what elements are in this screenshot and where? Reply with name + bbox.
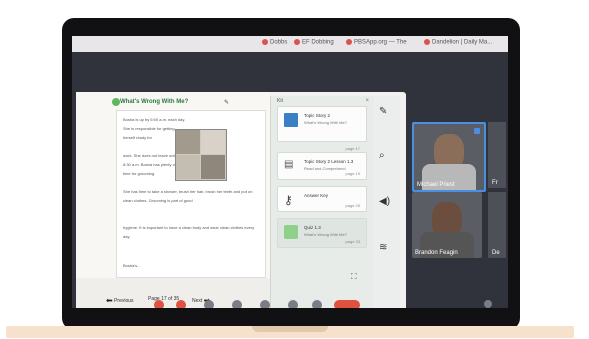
participant-tile[interactable]: Michael Priest xyxy=(412,122,486,192)
stop-video-button[interactable] xyxy=(176,300,186,308)
tool-strip: ✎ ⌕ ◀) ≋ xyxy=(374,96,400,308)
bookmark-item[interactable]: PBSApp.org — The xyxy=(346,39,407,46)
paragraph: hygiene. It is important to have a clean… xyxy=(123,225,255,239)
paragraph: She has time to take a shower, brush her… xyxy=(123,189,253,203)
bookmark-icon xyxy=(294,39,300,45)
layers-icon[interactable]: ≋ xyxy=(379,242,387,253)
worksheet-icon: ▤ xyxy=(284,159,294,170)
mic-icon xyxy=(474,128,480,134)
participant-name: Michael Priest xyxy=(417,182,455,188)
close-icon[interactable]: × xyxy=(365,98,369,104)
resource-panel: Kit × Topic Story 2 What's Wrong With Me… xyxy=(270,96,375,308)
bookmark-icon xyxy=(262,39,268,45)
screen: Dobbs EF Dobbing PBSApp.org — The Dandel… xyxy=(72,36,508,308)
key-icon: ⚷ xyxy=(284,193,293,207)
document-viewer: What's Wrong With Me? ✎ Bosha is up by 6… xyxy=(76,92,270,295)
illustration-cell xyxy=(201,155,225,179)
resource-card[interactable]: Quiz 1.3 What's Wrong With Me? page 33 xyxy=(277,218,367,248)
paragraph: work. She does not leave until 8:30 a.m.… xyxy=(123,153,177,176)
laptop-notch xyxy=(252,326,328,332)
share-screen-button[interactable] xyxy=(204,300,214,308)
browser-bookmarks-bar: Dobbs EF Dobbing PBSApp.org — The Dandel… xyxy=(72,36,508,52)
participant-tile[interactable]: Brandon Feagin xyxy=(412,192,482,258)
lesson-icon xyxy=(112,98,120,106)
book-icon xyxy=(284,113,298,127)
annotate-icon[interactable]: ✎ xyxy=(224,99,229,106)
resource-card[interactable]: ▤ Topic Story 2 Lesson 1.3 Read and Comp… xyxy=(277,152,367,180)
resource-card[interactable]: Topic Story 2 What's Wrong With Me? page… xyxy=(277,106,367,151)
quiz-icon xyxy=(284,225,298,239)
shared-screen: What's Wrong With Me? ✎ Bosha is up by 6… xyxy=(76,92,406,308)
chat-button[interactable] xyxy=(260,300,270,308)
illustration-grid xyxy=(175,129,227,181)
bookmark-item[interactable]: Dandelion | Daily Ma... xyxy=(424,39,492,46)
reactions-button[interactable] xyxy=(288,300,298,308)
pencil-icon[interactable]: ✎ xyxy=(379,106,387,117)
participant-name: De xyxy=(492,250,500,256)
participant-tile[interactable]: Fr xyxy=(488,122,506,188)
document-title: What's Wrong With Me? xyxy=(120,99,189,105)
document-page: Bosha is up by 6:00 a.m. each day. She i… xyxy=(116,110,267,295)
bookmark-item[interactable]: Dobbs xyxy=(262,39,287,46)
participants-button[interactable] xyxy=(232,300,242,308)
leave-button[interactable] xyxy=(334,300,360,308)
footnote: Bosha's... xyxy=(123,263,141,268)
fullscreen-icon[interactable]: ⛶ xyxy=(351,272,357,282)
bookmark-icon xyxy=(346,39,352,45)
illustration-cell xyxy=(176,130,200,154)
participant-name: Fr xyxy=(492,180,498,186)
panel-header: Kit xyxy=(277,98,283,104)
meeting-controls xyxy=(72,298,508,308)
settings-icon[interactable] xyxy=(484,300,492,308)
illustration-cell xyxy=(176,155,200,179)
resource-card[interactable]: ⚷ Answer Key page 25 xyxy=(277,186,367,212)
participant-tile[interactable]: De xyxy=(488,192,506,258)
more-button[interactable] xyxy=(312,300,322,308)
participant-name: Brandon Feagin xyxy=(415,250,458,256)
meeting-window: What's Wrong With Me? ✎ Bosha is up by 6… xyxy=(72,52,508,308)
bookmark-item[interactable]: EF Dobbing xyxy=(294,39,334,46)
bookmark-icon xyxy=(424,39,430,45)
mute-button[interactable] xyxy=(154,300,164,308)
illustration-cell xyxy=(201,130,225,154)
speaker-icon[interactable]: ◀) xyxy=(379,196,390,207)
zoom-icon[interactable]: ⌕ xyxy=(379,150,385,161)
